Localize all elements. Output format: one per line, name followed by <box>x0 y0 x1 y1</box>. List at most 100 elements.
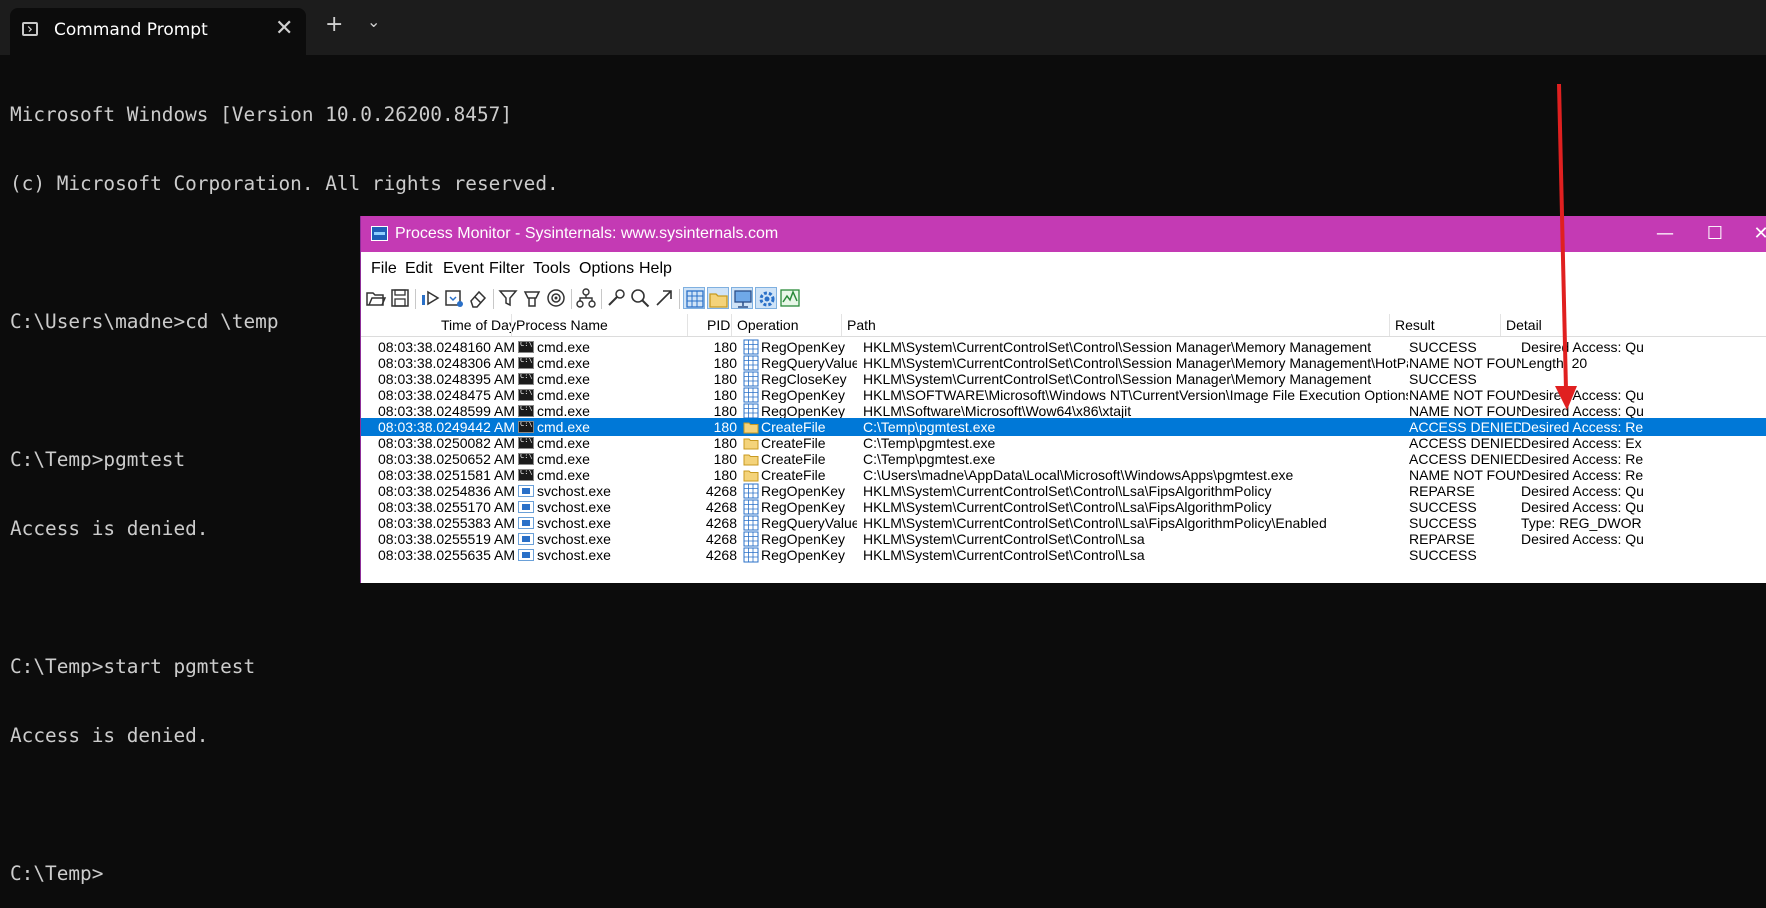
minimize-button[interactable]: — <box>1645 220 1685 248</box>
jump-icon[interactable] <box>653 287 675 309</box>
autoscroll-icon[interactable] <box>443 287 465 309</box>
process-name-cell: cmd.exe <box>537 355 590 371</box>
time-cell: 08:03:38.0248395 AM <box>377 371 515 387</box>
table-row[interactable]: 08:03:38.0255635 AM svchost.exe 4268 RegOpe… <box>361 546 1766 564</box>
column-result[interactable]: Result <box>1395 317 1435 333</box>
registry-operation-icon <box>743 531 759 547</box>
highlight-icon[interactable] <box>521 287 543 309</box>
close-tab-icon[interactable]: ✕ <box>275 16 293 41</box>
pid-cell: 180 <box>713 467 737 483</box>
network-activity-icon[interactable] <box>731 287 753 309</box>
pid-cell: 4268 <box>705 499 737 515</box>
detail-cell: Desired Access: Qu <box>1521 483 1644 499</box>
process-name-cell: svchost.exe <box>537 483 611 499</box>
event-list-header: Time of Day Process Name PID Operation P… <box>361 314 1766 337</box>
service-process-icon <box>518 549 534 561</box>
time-cell: 08:03:38.0254836 AM <box>377 483 515 499</box>
service-process-icon <box>518 517 534 529</box>
target-icon[interactable] <box>545 287 567 309</box>
procmon-title-bar[interactable]: Process Monitor - Sysinternals: www.sysi… <box>361 216 1766 252</box>
time-cell: 08:03:38.0251581 AM <box>377 467 515 483</box>
cmd-process-icon <box>518 437 534 449</box>
capture-icon[interactable] <box>419 287 441 309</box>
cmd-process-icon <box>518 421 534 433</box>
detail-cell: Desired Access: Qu <box>1521 339 1644 355</box>
chevron-down-icon[interactable]: ⌄ <box>367 12 380 31</box>
time-cell: 08:03:38.0250082 AM <box>377 435 515 451</box>
terminal-line: (c) Microsoft Corporation. All rights re… <box>10 172 559 195</box>
column-operation[interactable]: Operation <box>737 317 798 333</box>
tab-title: Command Prompt <box>54 20 208 40</box>
registry-activity-icon[interactable] <box>683 287 705 309</box>
result-cell: SUCCESS <box>1409 371 1477 387</box>
column-time-of-day[interactable]: Time of Day <box>441 317 516 333</box>
registry-operation-icon <box>743 371 759 387</box>
process-name-cell: cmd.exe <box>537 339 590 355</box>
menu-event[interactable]: Event <box>443 260 484 278</box>
terminal-icon <box>22 22 38 36</box>
procmon-window: Process Monitor - Sysinternals: www.sysi… <box>360 216 1766 583</box>
toolbar <box>361 282 1766 315</box>
terminal-line: C:\Temp>start pgmtest <box>10 655 256 678</box>
find-icon[interactable] <box>629 287 651 309</box>
file-operation-icon <box>743 435 759 451</box>
result-cell: ACCESS DENIED <box>1409 435 1521 451</box>
column-path[interactable]: Path <box>847 317 876 333</box>
path-cell: HKLM\System\CurrentControlSet\Control\Se… <box>863 371 1372 387</box>
time-cell: 08:03:38.0249442 AM <box>377 419 515 435</box>
maximize-button[interactable]: ☐ <box>1695 220 1735 248</box>
registry-operation-icon <box>743 499 759 515</box>
cmd-process-icon <box>518 357 534 369</box>
result-cell: ACCESS DENIED <box>1409 419 1521 435</box>
service-process-icon <box>518 533 534 545</box>
cmd-process-icon <box>518 373 534 385</box>
close-button[interactable]: ✕ <box>1741 220 1766 248</box>
result-cell: SUCCESS <box>1409 339 1477 355</box>
menu-options[interactable]: Options <box>579 260 634 278</box>
path-cell: C:\Users\madne\AppData\Local\Microsoft\W… <box>863 467 1294 483</box>
pid-cell: 180 <box>713 371 737 387</box>
pid-cell: 180 <box>713 451 737 467</box>
new-tab-button[interactable]: + <box>325 12 343 37</box>
file-activity-icon[interactable] <box>707 287 729 309</box>
time-cell: 08:03:38.0248599 AM <box>377 403 515 419</box>
time-cell: 08:03:38.0248475 AM <box>377 387 515 403</box>
menu-edit[interactable]: Edit <box>405 260 433 278</box>
window-title: Process Monitor - Sysinternals: www.sysi… <box>395 225 779 242</box>
path-cell: C:\Temp\pgmtest.exe <box>863 435 996 451</box>
registry-operation-icon <box>743 339 759 355</box>
detail-cell: Desired Access: Re <box>1521 467 1644 483</box>
tab-command-prompt[interactable]: Command Prompt ✕ <box>10 8 306 55</box>
menu-bar: File Edit Event Filter Tools Options Hel… <box>361 252 1766 282</box>
save-icon[interactable] <box>389 287 411 309</box>
column-process-name[interactable]: Process Name <box>516 317 608 333</box>
pid-cell: 4268 <box>705 531 737 547</box>
menu-help[interactable]: Help <box>639 260 672 278</box>
path-cell: HKLM\System\CurrentControlSet\Control\Ls… <box>863 483 1272 499</box>
detail-cell: Desired Access: Qu <box>1521 499 1644 515</box>
cmd-process-icon <box>518 341 534 353</box>
filter-icon[interactable] <box>497 287 519 309</box>
result-cell: NAME NOT FOUND <box>1409 403 1521 419</box>
column-detail[interactable]: Detail <box>1506 317 1542 333</box>
registry-operation-icon <box>743 547 759 563</box>
open-icon[interactable] <box>365 287 387 309</box>
menu-file[interactable]: File <box>371 260 397 278</box>
operation-cell: RegQueryValue <box>761 355 857 371</box>
terminal-line: Access is denied. <box>10 724 209 747</box>
profiling-icon[interactable] <box>779 287 801 309</box>
cmd-process-icon <box>518 405 534 417</box>
menu-tools[interactable]: Tools <box>533 260 570 278</box>
menu-filter[interactable]: Filter <box>489 260 525 278</box>
column-pid[interactable]: PID <box>707 317 730 333</box>
process-activity-icon[interactable] <box>755 287 777 309</box>
clear-icon[interactable] <box>467 287 489 309</box>
process-name-cell: svchost.exe <box>537 547 611 563</box>
pid-cell: 4268 <box>705 515 737 531</box>
path-cell: HKLM\System\CurrentControlSet\Control\Ls… <box>863 531 1145 547</box>
path-cell: HKLM\System\CurrentControlSet\Control\Se… <box>863 339 1372 355</box>
properties-icon[interactable] <box>605 287 627 309</box>
process-tree-icon[interactable] <box>575 287 597 309</box>
terminal-prompt: C:\Temp> <box>10 862 104 885</box>
